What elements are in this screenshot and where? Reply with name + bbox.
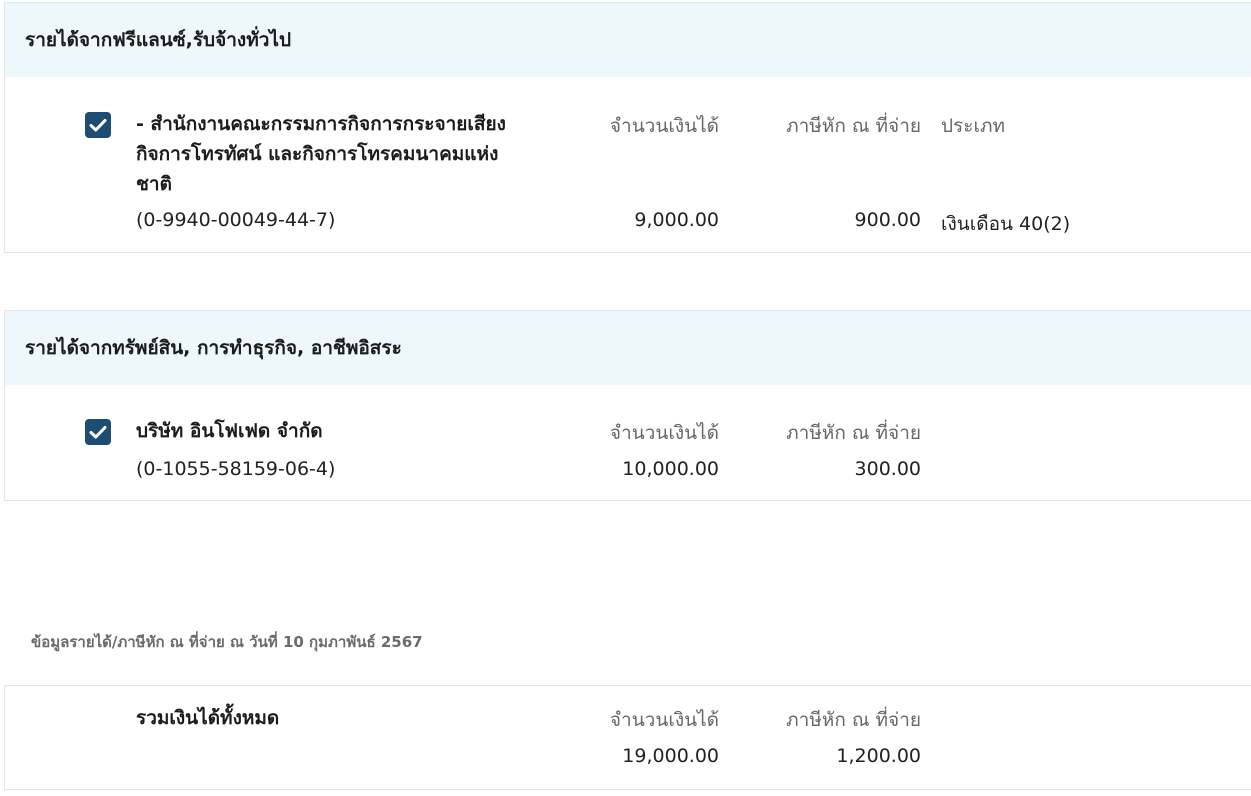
income-section-business: รายได้จากทรัพย์สิน, การทำธุรกิจ, อาชีพอิ…	[4, 310, 1251, 501]
checkmark-icon	[89, 119, 107, 132]
payer-name: บริษัท อินโฟเฟด จำกัด	[136, 420, 323, 442]
tax-column-header: ภาษีหัก ณ ที่จ่าย	[786, 422, 921, 444]
income-value: 10,000.00	[622, 458, 719, 480]
total-label: รวมเงินได้ทั้งหมด	[136, 707, 280, 729]
total-tax-value: 1,200.00	[836, 745, 921, 767]
payer-checkbox[interactable]	[85, 419, 111, 445]
checkmark-icon	[89, 426, 107, 439]
tax-value: 900.00	[854, 209, 921, 231]
section-title: รายได้จากฟรีแลนซ์,รับจ้างทั่วไป	[5, 3, 1251, 77]
data-as-of-note: ข้อมูลรายได้/ภาษีหัก ณ ที่จ่าย ณ วันที่ …	[31, 633, 423, 651]
income-column-header: จำนวนเงินได้	[609, 115, 719, 137]
tax-value: 300.00	[854, 458, 921, 480]
total-income-value: 19,000.00	[622, 745, 719, 767]
section-title: รายได้จากทรัพย์สิน, การทำธุรกิจ, อาชีพอิ…	[5, 311, 1251, 385]
type-column-header: ประเภท	[941, 115, 1006, 137]
income-summary-page: รายได้จากฟรีแลนซ์,รับจ้างทั่วไป - สำนักง…	[0, 0, 1251, 796]
tax-column-header: ภาษีหัก ณ ที่จ่าย	[786, 709, 921, 731]
payer-tax-id: (0-9940-00049-44-7)	[136, 209, 336, 231]
income-value: 9,000.00	[634, 209, 719, 231]
payer-tax-id: (0-1055-58159-06-4)	[136, 458, 336, 480]
payer-checkbox[interactable]	[85, 112, 111, 138]
total-income-section: รวมเงินได้ทั้งหมด จำนวนเงินได้ ภาษีหัก ณ…	[4, 685, 1251, 790]
income-column-header: จำนวนเงินได้	[609, 709, 719, 731]
payer-name: - สำนักงานคณะกรรมการกิจการกระจายเสียง กิ…	[136, 113, 506, 195]
income-section-freelance: รายได้จากฟรีแลนซ์,รับจ้างทั่วไป - สำนักง…	[4, 2, 1251, 253]
income-column-header: จำนวนเงินได้	[609, 422, 719, 444]
income-type-value: เงินเดือน 40(2)	[941, 213, 1071, 235]
tax-column-header: ภาษีหัก ณ ที่จ่าย	[786, 115, 921, 137]
